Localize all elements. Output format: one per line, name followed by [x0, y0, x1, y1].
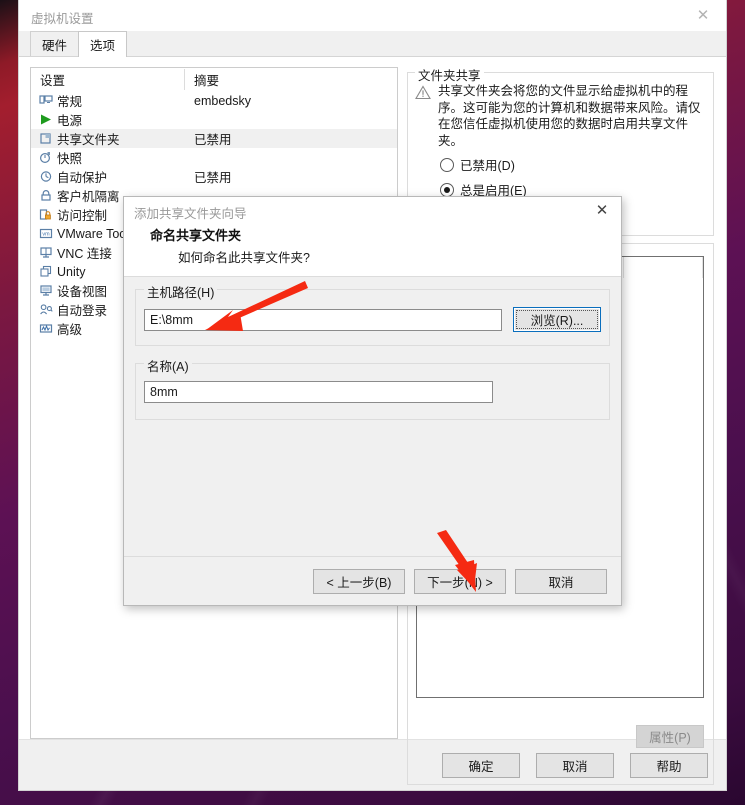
sidebar-item-label: 客户机隔离	[57, 190, 120, 204]
autologon-icon	[39, 303, 53, 316]
sidebar-item-label: 快照	[57, 152, 83, 166]
wizard-cancel-button[interactable]: 取消	[515, 568, 607, 594]
sidebar-item-shared-folders[interactable]: 共享文件夹 已禁用	[31, 129, 397, 148]
back-button[interactable]: < 上一步(B)	[313, 568, 405, 594]
play-icon	[39, 113, 53, 126]
sidebar-item-label: 常规	[57, 95, 83, 109]
svg-text:vm: vm	[42, 231, 50, 237]
vnc-icon	[39, 246, 53, 259]
wizard-header: 命名共享文件夹 如何命名此共享文件夹?	[124, 222, 621, 277]
column-header-summary: 摘要	[194, 74, 220, 88]
browse-button[interactable]: 浏览(R)...	[513, 307, 601, 332]
advanced-icon	[39, 322, 53, 335]
sidebar-item-label: VNC 连接	[57, 247, 112, 261]
wizard-title: 添加共享文件夹向导	[134, 207, 247, 221]
sidebar-item-summary: 已禁用	[194, 133, 232, 147]
sidebar-item-label: 自动登录	[57, 304, 108, 318]
wizard-subheading: 如何命名此共享文件夹?	[178, 251, 310, 265]
host-path-group: 主机路径(H) E:\8mm 浏览(R)...	[135, 282, 610, 346]
sidebar-item-snapshot[interactable]: 快照	[31, 148, 397, 167]
folder-name-input[interactable]: 8mm	[144, 381, 493, 403]
radio-disabled-indicator[interactable]	[440, 157, 454, 172]
wizard-footer: < 上一步(B) 下一步(N) > 取消	[124, 556, 621, 605]
add-shared-folder-wizard-dialog: 添加共享文件夹向导 ✕ 命名共享文件夹 如何命名此共享文件夹? 主机路径(H) …	[123, 196, 622, 606]
settings-list-header: 设置 摘要	[31, 68, 397, 91]
close-icon[interactable]: ✕	[680, 0, 726, 30]
close-icon[interactable]: ✕	[583, 197, 621, 222]
properties-button[interactable]: 属性(P)	[636, 725, 704, 748]
tab-strip: 硬件 选项	[19, 31, 726, 57]
sidebar-item-label: 自动保护	[57, 171, 108, 185]
warning-triangle-icon	[415, 85, 431, 149]
window-titlebar: 虚拟机设置 ✕	[19, 0, 726, 31]
next-button[interactable]: 下一步(N) >	[414, 568, 506, 594]
wizard-body: 主机路径(H) E:\8mm 浏览(R)... 名称(A) 8mm	[124, 277, 621, 556]
sidebar-item-general[interactable]: 常规 embedsky	[31, 91, 397, 110]
browse-button-label: 浏览(R)...	[530, 314, 584, 328]
shared-folder-icon	[39, 132, 53, 145]
wizard-heading: 命名共享文件夹	[150, 228, 242, 243]
sidebar-item-summary: 已禁用	[194, 171, 232, 185]
vmware-tools-icon: vm	[39, 227, 53, 240]
lock-icon	[39, 189, 53, 202]
sidebar-item-summary: embedsky	[194, 93, 251, 108]
sidebar-item-label: 高级	[57, 323, 83, 337]
column-header-setting: 设置	[31, 69, 185, 90]
monitor-icon	[39, 94, 53, 107]
folder-sharing-warning-text: 共享文件夹会将您的文件显示给虚拟机中的程序。这可能为您的计算机和数据带来风险。请…	[438, 84, 701, 148]
name-legend: 名称(A)	[144, 356, 192, 375]
sidebar-item-power[interactable]: 电源	[31, 110, 397, 129]
sidebar-item-label: 电源	[57, 114, 83, 128]
window-title: 虚拟机设置	[31, 12, 94, 26]
folders-column-host-path	[624, 257, 703, 278]
folder-sharing-legend: 文件夹共享	[415, 65, 484, 84]
device-view-icon	[39, 284, 53, 297]
autoprotect-icon	[39, 170, 53, 183]
tab-hardware[interactable]: 硬件	[30, 31, 80, 56]
wizard-titlebar: 添加共享文件夹向导 ✕	[124, 197, 621, 222]
radio-disabled[interactable]: 已禁用(D)	[408, 155, 713, 174]
radio-disabled-label: 已禁用(D)	[460, 159, 515, 173]
host-path-legend: 主机路径(H)	[144, 282, 218, 301]
radio-always-enabled-indicator[interactable]	[440, 182, 454, 197]
tab-options[interactable]: 选项	[78, 31, 128, 57]
sidebar-item-label: 设备视图	[57, 285, 108, 299]
unity-icon	[39, 265, 53, 278]
access-control-icon	[39, 208, 53, 221]
sidebar-item-label: 访问控制	[57, 209, 108, 223]
snapshot-icon	[39, 151, 53, 164]
host-path-input[interactable]: E:\8mm	[144, 308, 502, 331]
sidebar-item-autoprotect[interactable]: 自动保护 已禁用	[31, 167, 397, 186]
sidebar-item-label: 共享文件夹	[57, 133, 120, 147]
name-group: 名称(A) 8mm	[135, 356, 610, 420]
sidebar-item-label: Unity	[57, 264, 86, 279]
